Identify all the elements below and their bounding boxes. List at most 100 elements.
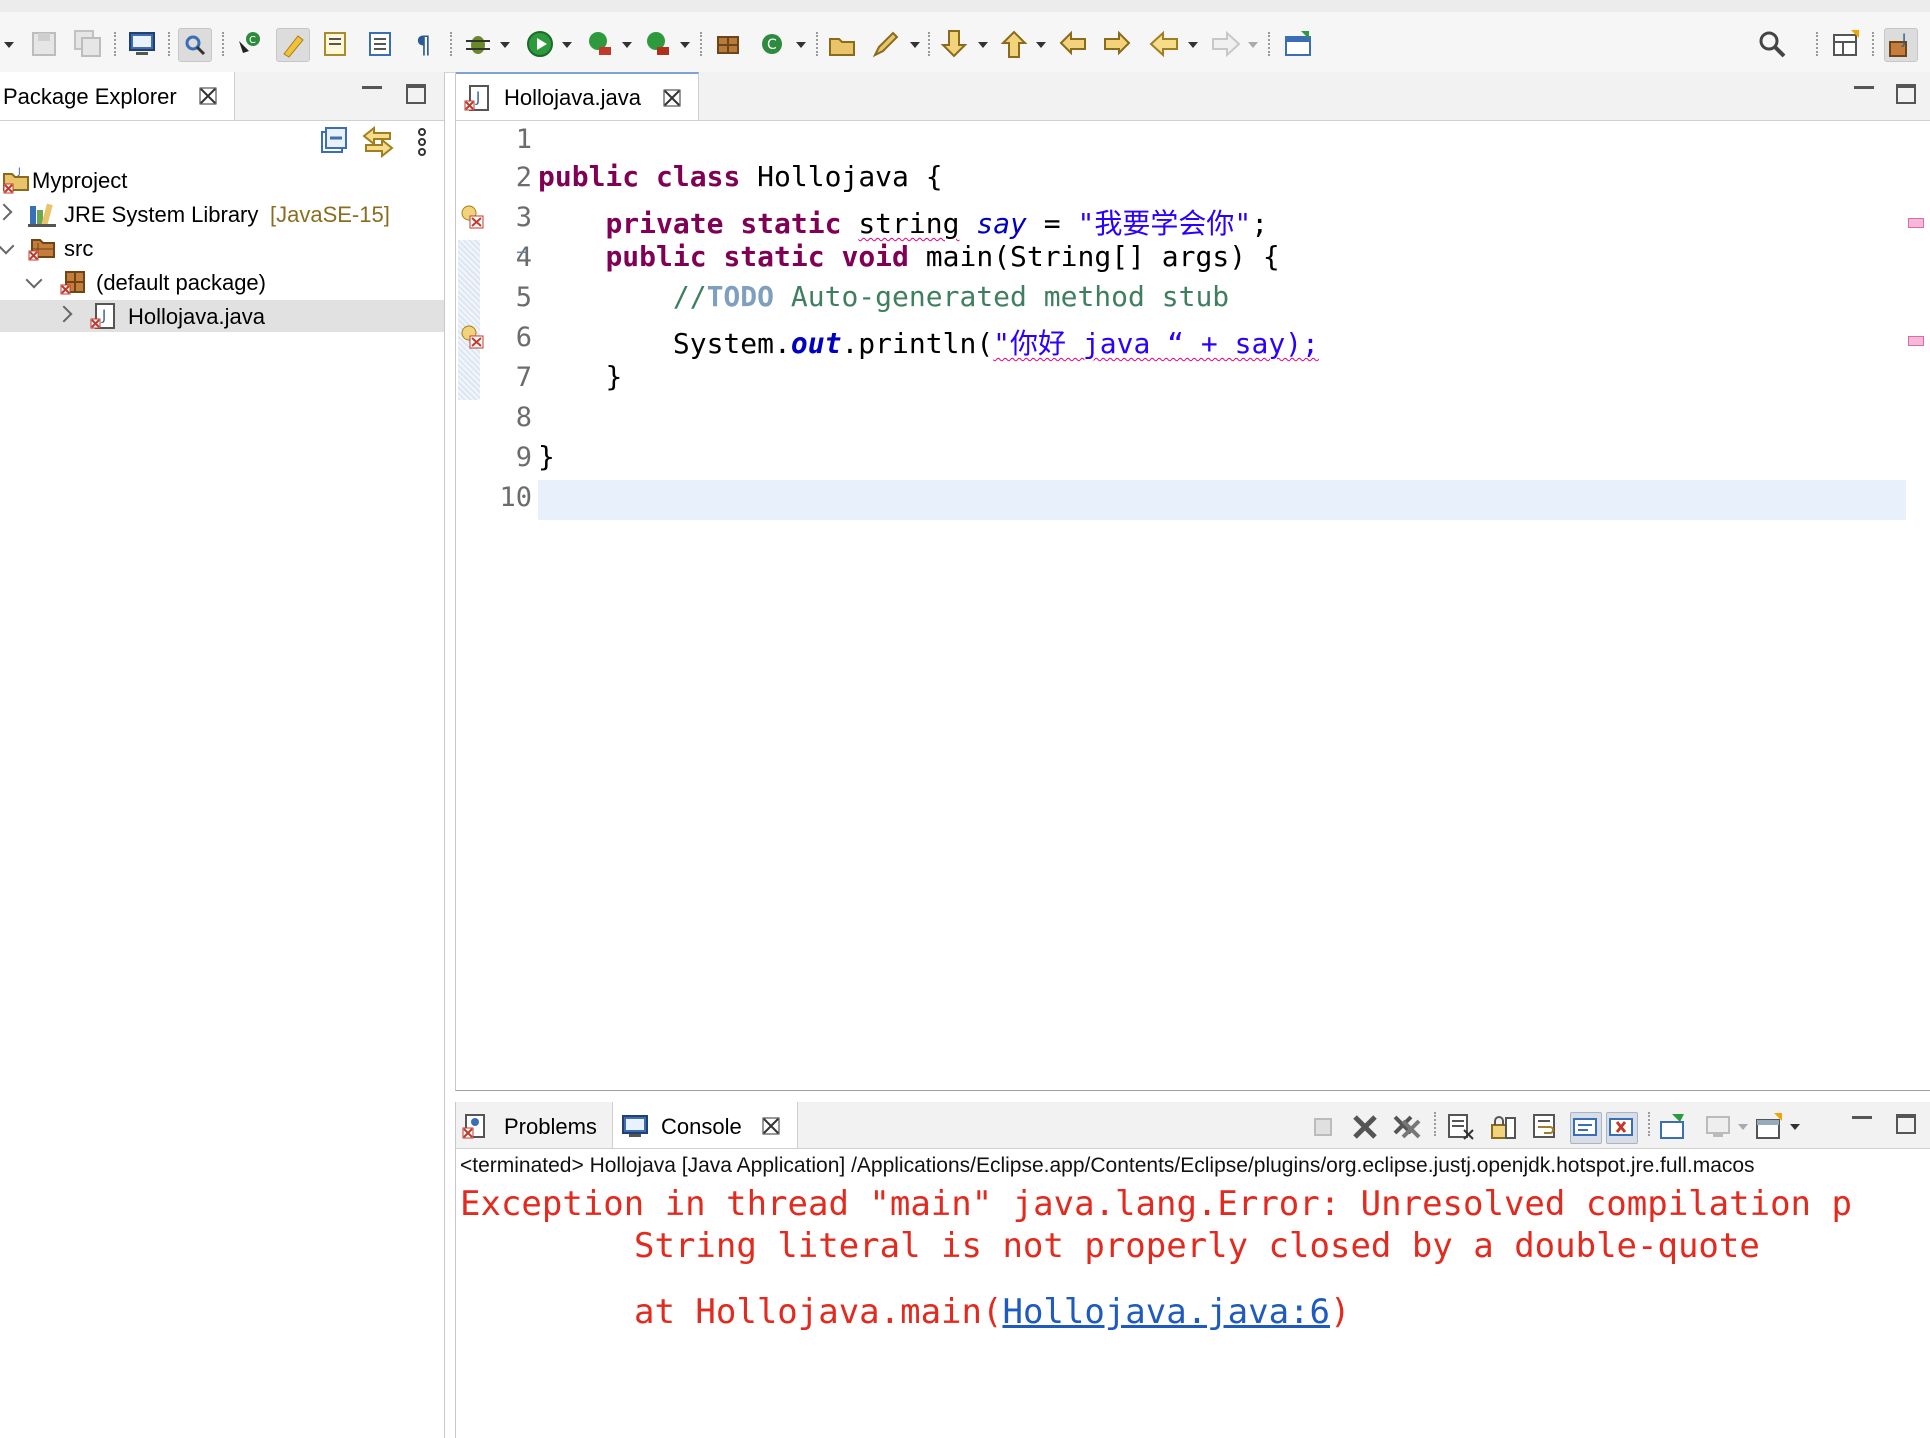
link-icon[interactable] <box>178 28 212 62</box>
terminate-icon[interactable] <box>1308 1112 1338 1142</box>
collapse-all-icon[interactable] <box>318 126 350 158</box>
pin-console-icon[interactable] <box>1658 1112 1688 1142</box>
keyword: static <box>740 207 842 240</box>
code-text: } <box>605 360 623 393</box>
chevron-right-icon[interactable] <box>55 305 73 323</box>
last-edit-icon[interactable] <box>1058 28 1090 60</box>
save-icon[interactable] <box>28 28 60 60</box>
pencil-icon[interactable] <box>870 28 902 60</box>
tab-problems[interactable]: Problems <box>456 1102 610 1148</box>
code-text: System. <box>672 327 791 360</box>
open-type-icon[interactable] <box>826 28 858 60</box>
fold-toggle-icon[interactable]: − <box>516 242 528 265</box>
run-external-icon[interactable] <box>642 28 674 60</box>
stack-trace-text: ) <box>1329 1292 1351 1332</box>
show-on-stderr-icon[interactable] <box>1606 1112 1638 1144</box>
chevron-down-icon[interactable] <box>1790 1124 1800 1130</box>
error-marker-icon[interactable] <box>460 324 486 350</box>
next-annotation-icon[interactable] <box>938 28 970 60</box>
java-perspective-icon[interactable]: J <box>1884 28 1918 62</box>
code-line-5[interactable]: //TODO Auto-generated method stub <box>538 280 1229 313</box>
tree-item-default-package[interactable]: (default package) <box>0 266 444 298</box>
chevron-down-icon[interactable] <box>796 42 806 48</box>
view-menu-icon[interactable] <box>410 126 442 158</box>
pilcrow-icon[interactable]: ¶ <box>408 28 440 60</box>
maximize-icon[interactable] <box>1896 84 1916 104</box>
chevron-down-icon[interactable] <box>562 42 572 48</box>
tree-item-myproject[interactable]: J Myproject <box>0 164 444 196</box>
open-task-icon[interactable] <box>1282 28 1314 60</box>
new-class-icon[interactable]: C <box>234 28 266 60</box>
tree-item-src[interactable]: src <box>0 232 444 264</box>
chevron-down-icon[interactable] <box>910 42 920 48</box>
close-icon[interactable] <box>662 88 682 108</box>
chevron-down-icon[interactable] <box>680 42 690 48</box>
code-line-2[interactable]: public class Hollojava { <box>538 160 943 193</box>
minimize-icon[interactable] <box>1854 86 1874 92</box>
code-line-7[interactable]: } <box>538 360 622 393</box>
line-number: 9 <box>515 442 532 473</box>
chevron-down-icon[interactable] <box>1036 42 1046 48</box>
link-with-editor-icon[interactable] <box>362 126 394 158</box>
save-all-icon[interactable] <box>72 28 104 60</box>
clear-console-icon[interactable] <box>1446 1112 1476 1142</box>
block-select-icon[interactable] <box>364 28 396 60</box>
toolbar-separator <box>1268 32 1272 56</box>
chevron-down-icon[interactable] <box>1248 42 1258 48</box>
terminal-icon[interactable] <box>126 28 158 60</box>
open-perspective-icon[interactable] <box>1830 28 1862 60</box>
chevron-down-icon[interactable] <box>25 271 43 289</box>
chevron-right-icon[interactable] <box>0 203 13 221</box>
chevron-down-icon[interactable] <box>622 42 632 48</box>
show-on-stdout-icon[interactable] <box>1570 1112 1602 1144</box>
tree-item-hollojava-java[interactable]: J Hollojava.java <box>0 300 444 332</box>
close-icon[interactable] <box>198 86 218 106</box>
minimize-icon[interactable] <box>1852 1116 1872 1122</box>
remove-all-terminated-icon[interactable] <box>1392 1112 1422 1142</box>
highlight-icon[interactable] <box>276 28 310 62</box>
run-icon[interactable] <box>524 28 556 60</box>
display-selected-console-icon[interactable] <box>1704 1112 1734 1142</box>
forward-edit-icon[interactable] <box>1100 28 1132 60</box>
source-location-link[interactable]: Hollojava.java:6 <box>1002 1292 1330 1332</box>
close-icon[interactable] <box>761 1116 781 1136</box>
tree-item-jre-system-library[interactable]: JRE System Library [JavaSE-15] <box>0 198 444 230</box>
overview-error-marker[interactable] <box>1908 218 1924 228</box>
overview-error-marker[interactable] <box>1908 336 1924 346</box>
word-wrap-icon[interactable] <box>1530 1112 1560 1142</box>
code-text: main(String[] args) { <box>908 240 1280 273</box>
code-line-6[interactable]: System.out.println("你好 java “ + say); <box>538 322 1319 362</box>
chevron-down-icon[interactable] <box>500 42 510 48</box>
refresh-icon[interactable]: C <box>756 28 788 60</box>
console-panel: Problems Console <terminated> Hollojava … <box>455 1102 1930 1438</box>
coverage-icon[interactable] <box>584 28 616 60</box>
new-java-project-icon[interactable] <box>712 28 744 60</box>
chevron-down-icon[interactable] <box>4 42 14 48</box>
forward-icon[interactable] <box>1210 28 1242 60</box>
debug-icon[interactable] <box>462 28 494 60</box>
remove-launch-icon[interactable] <box>1350 1112 1380 1142</box>
console-icon <box>622 1115 648 1137</box>
back-icon[interactable] <box>1148 28 1180 60</box>
chevron-down-icon[interactable] <box>978 42 988 48</box>
library-icon <box>28 203 56 227</box>
svg-text:¶: ¶ <box>416 31 431 59</box>
prev-annotation-icon[interactable] <box>998 28 1030 60</box>
open-console-icon[interactable] <box>1754 1112 1784 1142</box>
tab-console[interactable]: Console <box>612 1102 798 1148</box>
scroll-lock-icon[interactable] <box>1488 1112 1518 1142</box>
search-icon[interactable] <box>1756 28 1788 60</box>
tab-hollojava-java[interactable]: J Hollojava.java <box>456 72 699 120</box>
code-line-3[interactable]: private static string say = "我要学会你"; <box>538 202 1268 242</box>
code-line-9[interactable]: } <box>538 440 555 473</box>
chevron-down-icon[interactable] <box>0 237 15 255</box>
maximize-icon[interactable] <box>406 84 426 104</box>
chevron-down-icon[interactable] <box>1188 42 1198 48</box>
minimize-icon[interactable] <box>362 86 382 92</box>
maximize-icon[interactable] <box>1896 1114 1916 1134</box>
code-line-4[interactable]: public static void main(String[] args) { <box>538 240 1280 273</box>
tab-package-explorer[interactable]: Package Explorer <box>0 72 235 120</box>
chevron-down-icon[interactable] <box>1738 1124 1748 1130</box>
toggle-mark-icon[interactable] <box>320 28 352 60</box>
error-marker-icon[interactable] <box>460 204 486 230</box>
